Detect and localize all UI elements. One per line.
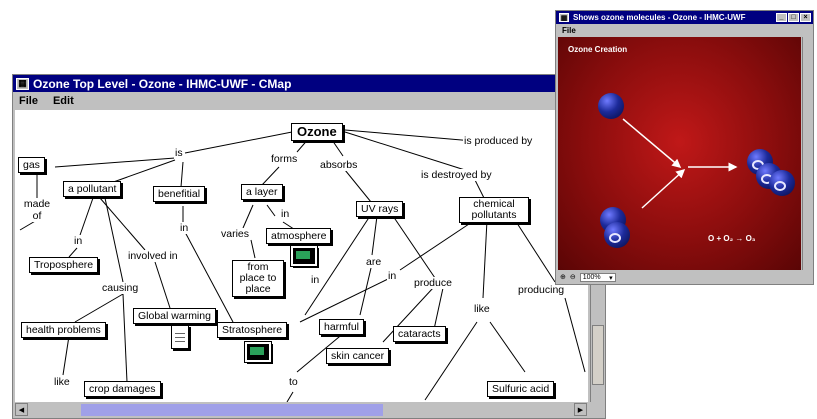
concept-chemical-pollutants[interactable]: chemical pollutants [459, 197, 529, 223]
concept-atmosphere[interactable]: atmosphere [266, 228, 332, 244]
link-are[interactable]: are [365, 256, 383, 268]
cmap-window: ▦ Ozone Top Level - Ozone - IHMC-UWF - C… [12, 74, 606, 419]
global-warming-document-icon[interactable] [171, 325, 189, 349]
atmosphere-image-icon[interactable] [290, 245, 318, 267]
cmap-horizontal-scrollbar[interactable]: ◀ ▶ [15, 403, 588, 417]
molecule-menubar: File [556, 24, 813, 36]
oxygen-molecule-atom-b-icon [604, 222, 630, 248]
concept-global-warming[interactable]: Global warming [133, 308, 216, 324]
molecule-vertical-scrollbar[interactable] [802, 37, 813, 270]
concept-sulfuric-acid[interactable]: Sulfuric acid [487, 381, 555, 397]
concept-from-place-to-place[interactable]: from place to place [232, 260, 284, 297]
concept-cataracts[interactable]: cataracts [393, 326, 446, 342]
link-producing[interactable]: producing [517, 284, 566, 296]
molecule-window: ▦ Shows ozone molecules - Ozone - IHMC-U… [555, 10, 814, 285]
ozone-equation: O + O₂ → O₃ [708, 234, 756, 243]
link-is-destroyed-by[interactable]: is destroyed by [420, 169, 493, 181]
menu-edit[interactable]: Edit [53, 95, 74, 107]
scroll-right-arrow-icon[interactable]: ▶ [574, 403, 587, 416]
link-varies[interactable]: varies [220, 228, 251, 240]
concept-harmful[interactable]: harmful [319, 319, 365, 335]
concept-uv-rays[interactable]: UV rays [356, 201, 404, 217]
link-to[interactable]: to [288, 376, 299, 388]
zoom-select[interactable]: 100% ▾ [579, 272, 616, 282]
zoom-out-icon[interactable]: ⊖ [570, 273, 576, 281]
cmap-titlebar[interactable]: ▦ Ozone Top Level - Ozone - IHMC-UWF - C… [13, 75, 605, 92]
molecule-titlebar[interactable]: ▦ Shows ozone molecules - Ozone - IHMC-U… [556, 11, 813, 24]
link-is-produced-by[interactable]: is produced by [463, 135, 534, 147]
link-in-atmosphere[interactable]: in [280, 208, 291, 220]
link-in-troposphere[interactable]: in [73, 235, 84, 247]
close-icon[interactable]: × [800, 13, 811, 22]
molecule-statusbar: ⊕ ⊖ 100% ▾ [558, 271, 805, 283]
concept-stratosphere[interactable]: Stratosphere [217, 322, 288, 338]
link-like[interactable]: like [473, 303, 491, 315]
molecule-window-title: Shows ozone molecules - Ozone - IHMC-UWF [573, 13, 746, 22]
maximize-icon[interactable]: □ [788, 13, 799, 22]
vertical-scroll-thumb[interactable] [592, 325, 604, 385]
concept-benefitial[interactable]: benefitial [153, 186, 206, 202]
link-in-stratosphere[interactable]: in [310, 274, 321, 286]
link-causing[interactable]: causing [101, 282, 140, 294]
concept-a-pollutant[interactable]: a pollutant [63, 181, 122, 197]
link-made-of[interactable]: made of [19, 198, 55, 222]
minimize-icon[interactable]: _ [776, 13, 787, 22]
concept-skin-cancer[interactable]: skin cancer [326, 348, 390, 364]
concept-health-problems[interactable]: health problems [21, 322, 106, 338]
concept-troposphere[interactable]: Troposphere [29, 257, 99, 273]
concept-map-canvas[interactable]: Ozone gas a pollutant benefitial a layer… [15, 110, 588, 402]
menu-file[interactable]: File [19, 95, 38, 107]
stratosphere-image-icon[interactable] [244, 341, 272, 363]
zoom-value: 100% [582, 273, 601, 281]
link-forms[interactable]: forms [270, 153, 299, 165]
ozone-atom-c-icon [769, 170, 795, 196]
link-like-health[interactable]: like [53, 376, 71, 388]
link-in-benefitial[interactable]: in [179, 222, 190, 234]
molecule-menu-file[interactable]: File [562, 26, 576, 35]
concept-crop-damages[interactable]: crop damages [84, 381, 161, 397]
molecule-app-icon[interactable]: ▦ [559, 13, 569, 22]
cmap-app-icon[interactable]: ▦ [16, 77, 29, 90]
zoom-in-icon[interactable]: ⊕ [560, 273, 566, 281]
concept-a-layer[interactable]: a layer [241, 184, 283, 200]
link-produce[interactable]: produce [413, 277, 453, 289]
link-is[interactable]: is [174, 147, 184, 159]
chevron-down-icon[interactable]: ▾ [609, 274, 613, 282]
horizontal-scroll-thumb[interactable] [81, 404, 383, 416]
link-absorbs[interactable]: absorbs [319, 159, 359, 171]
oxygen-atom-icon [598, 93, 624, 119]
link-in-chemical[interactable]: in [387, 270, 398, 282]
cmap-window-title: Ozone Top Level - Ozone - IHMC-UWF - CMa… [33, 76, 292, 91]
link-involved-in[interactable]: involved in [127, 250, 179, 262]
concept-gas[interactable]: gas [18, 157, 45, 173]
cmap-menubar: File Edit [13, 92, 605, 109]
concept-ozone[interactable]: Ozone [291, 123, 343, 141]
scroll-left-arrow-icon[interactable]: ◀ [15, 403, 28, 416]
ozone-animation-canvas: Ozone Creation O + O₂ → O₃ [558, 37, 801, 270]
